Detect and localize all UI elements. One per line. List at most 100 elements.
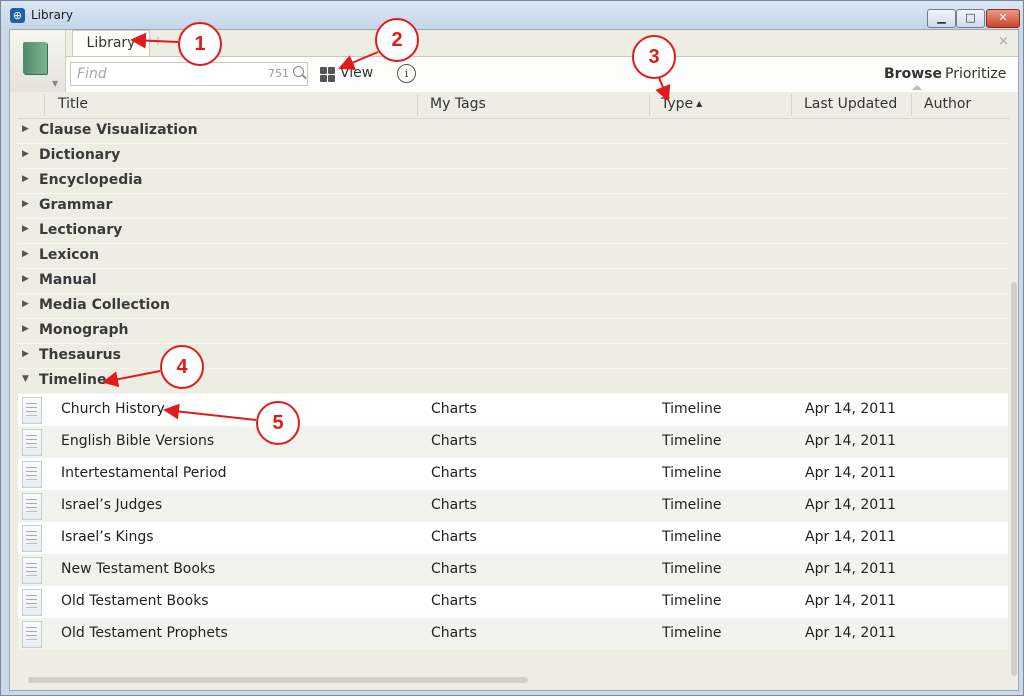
group-label: Media Collection [39, 297, 170, 313]
expand-arrow-icon[interactable]: ▶ [22, 324, 29, 334]
resource-title: Israel’s Judges [61, 497, 163, 513]
resource-tags: Charts [431, 561, 477, 577]
group-row-dictionary[interactable]: ▶ Dictionary [18, 144, 1008, 169]
resource-row[interactable]: Israel’s Kings Charts Timeline Apr 14, 2011 [18, 522, 1008, 554]
resource-title: Israel’s Kings [61, 529, 154, 545]
vertical-scrollbar[interactable] [1010, 92, 1018, 682]
resource-title: Old Testament Books [61, 593, 209, 609]
column-divider[interactable] [649, 94, 650, 116]
resource-row[interactable]: Old Testament Prophets Charts Timeline Apr … [18, 618, 1008, 650]
title-bar[interactable]: ⊕ Library ▁ □ ✕ [1, 1, 1023, 29]
app-icon: ⊕ [10, 8, 25, 23]
expand-arrow-icon[interactable]: ▶ [22, 274, 29, 284]
resource-updated: Apr 14, 2011 [805, 593, 897, 609]
resource-row[interactable]: English Bible Versions Charts Timeline Apr … [18, 426, 1008, 458]
resource-type: Timeline [662, 561, 722, 577]
add-tab-button[interactable]: + [150, 34, 166, 50]
callout-5: 5 [256, 401, 300, 445]
resource-type: Timeline [662, 465, 722, 481]
resource-row[interactable]: Church History Charts Timeline Apr 14, 2011 [18, 394, 1008, 426]
dropdown-arrow-icon: ▼ [52, 79, 59, 88]
expand-arrow-icon[interactable]: ▶ [22, 299, 29, 309]
panel-menu-button[interactable]: ▼ [10, 30, 66, 92]
group-label: Manual [39, 272, 97, 288]
maximize-button[interactable]: □ [956, 9, 985, 28]
group-row-monograph[interactable]: ▶ Monograph [18, 319, 1008, 344]
resource-tags: Charts [431, 401, 477, 417]
resource-type: Timeline [662, 433, 722, 449]
resource-updated: Apr 14, 2011 [805, 529, 897, 545]
callout-4: 4 [160, 345, 204, 389]
resource-row[interactable]: New Testament Books Charts Timeline Apr 14,… [18, 554, 1008, 586]
close-panel-button[interactable]: × [998, 34, 1009, 49]
group-label: Clause Visualization [39, 122, 198, 138]
expand-arrow-icon[interactable]: ▶ [22, 124, 29, 134]
resource-updated: Apr 14, 2011 [805, 561, 897, 577]
callout-1: 1 [178, 22, 222, 66]
info-icon[interactable]: i [397, 64, 416, 83]
vertical-scroll-thumb[interactable] [1011, 282, 1017, 676]
expand-arrow-icon[interactable]: ▶ [22, 199, 29, 209]
search-icon[interactable] [293, 66, 304, 77]
resource-row[interactable]: Israel’s Judges Charts Timeline Apr 14, 201… [18, 490, 1008, 522]
group-row-grammar[interactable]: ▶ Grammar [18, 194, 1008, 219]
group-row-manual[interactable]: ▶ Manual [18, 269, 1008, 294]
expand-arrow-icon[interactable]: ▶ [22, 224, 29, 234]
column-type[interactable]: Type ▲ [661, 96, 702, 112]
group-row-clause-visualization[interactable]: ▶ Clause Visualization [18, 119, 1008, 144]
expand-arrow-icon[interactable]: ▶ [22, 174, 29, 184]
group-label: Lexicon [39, 247, 100, 263]
close-button[interactable]: ✕ [986, 9, 1020, 28]
column-title[interactable]: Title [58, 96, 88, 112]
expand-arrow-icon[interactable]: ▶ [22, 249, 29, 259]
resource-row[interactable]: Intertestamental Period Charts Timeline Apr… [18, 458, 1008, 490]
group-label: Lectionary [39, 222, 123, 238]
find-box: 751 [70, 62, 308, 86]
tab-library[interactable]: Library [72, 30, 150, 57]
group-row-media-collection[interactable]: ▶ Media Collection [18, 294, 1008, 319]
column-last-updated[interactable]: Last Updated [804, 96, 897, 112]
column-divider[interactable] [791, 94, 792, 116]
column-author[interactable]: Author [924, 96, 971, 112]
horizontal-scrollbar[interactable] [18, 675, 1008, 685]
resource-tags: Charts [431, 433, 477, 449]
column-header: Title My Tags Type ▲ Last Updated Author [18, 92, 1010, 119]
browse-indicator [912, 85, 922, 90]
grid-view-icon [320, 67, 335, 82]
resource-type: Timeline [662, 593, 722, 609]
minimize-button[interactable]: ▁ [927, 9, 956, 28]
prioritize-tab[interactable]: Prioritize [945, 66, 1006, 82]
group-row-lexicon[interactable]: ▶ Lexicon [18, 244, 1008, 269]
resource-cover-icon [22, 461, 42, 488]
column-my-tags[interactable]: My Tags [430, 96, 486, 112]
group-row-lectionary[interactable]: ▶ Lectionary [18, 219, 1008, 244]
resource-cover-icon [22, 493, 42, 520]
expand-arrow-icon[interactable]: ▶ [22, 349, 29, 359]
expand-arrow-icon[interactable]: ▶ [22, 149, 29, 159]
horizontal-scroll-thumb[interactable] [28, 677, 528, 683]
resource-tags: Charts [431, 593, 477, 609]
group-label: Timeline [39, 372, 107, 388]
resource-cover-icon [22, 525, 42, 552]
sort-ascending-icon: ▲ [696, 99, 703, 108]
resource-updated: Apr 14, 2011 [805, 433, 897, 449]
browse-tab[interactable]: Browse [884, 66, 942, 82]
resource-tags: Charts [431, 625, 477, 641]
resource-cover-icon [22, 557, 42, 584]
group-row-encyclopedia[interactable]: ▶ Encyclopedia [18, 169, 1008, 194]
resource-title: Old Testament Prophets [61, 625, 228, 641]
resource-title: English Bible Versions [61, 433, 215, 449]
resource-title: Intertestamental Period [61, 465, 227, 481]
resource-updated: Apr 14, 2011 [805, 625, 897, 641]
column-type-label: Type [661, 96, 694, 112]
column-divider[interactable] [417, 94, 418, 116]
find-input[interactable] [75, 64, 259, 84]
resource-updated: Apr 14, 2011 [805, 465, 897, 481]
resource-type: Timeline [662, 497, 722, 513]
column-divider[interactable] [44, 94, 45, 116]
collapse-arrow-icon[interactable]: ▼ [22, 374, 29, 384]
result-count: 751 [268, 67, 289, 80]
view-button[interactable]: View [320, 63, 380, 85]
column-divider[interactable] [911, 94, 912, 116]
resource-row[interactable]: Old Testament Books Charts Timeline Apr 14,… [18, 586, 1008, 618]
